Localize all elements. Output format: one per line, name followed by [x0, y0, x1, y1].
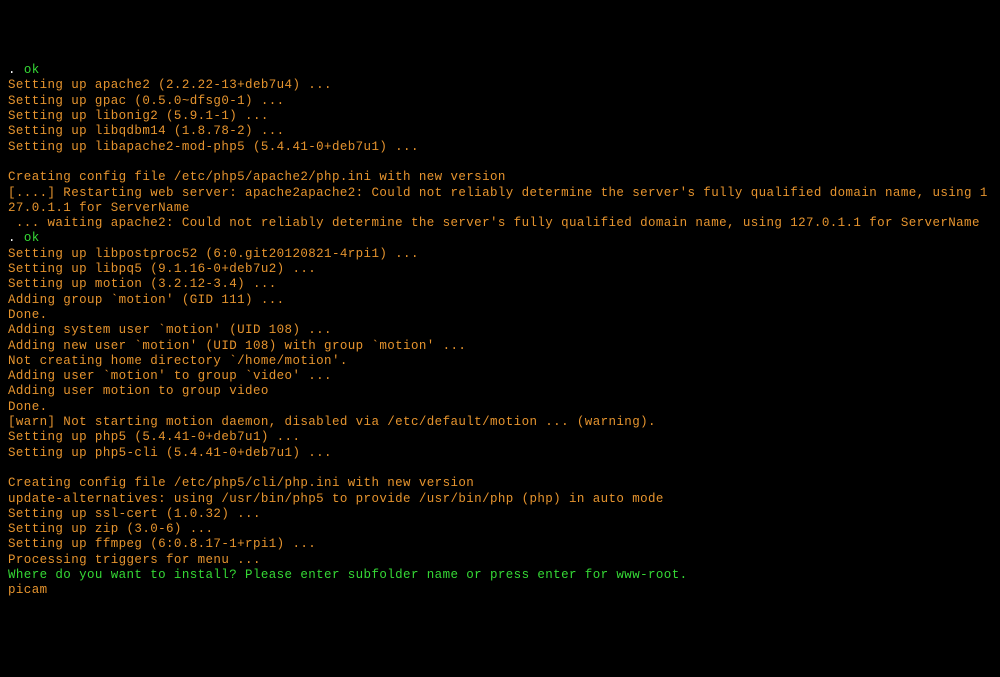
terminal-text: Done. — [8, 308, 48, 322]
terminal-line: Adding group `motion' (GID 111) ... — [8, 293, 992, 308]
terminal-line: picam — [8, 583, 992, 598]
terminal-line: Setting up gpac (0.5.0~dfsg0-1) ... — [8, 94, 992, 109]
terminal-text: Adding system user `motion' (UID 108) ..… — [8, 323, 332, 337]
terminal-line: [....] Restarting web server: apache2apa… — [8, 186, 992, 217]
terminal-text: Setting up libpostproc52 (6:0.git2012082… — [8, 247, 419, 261]
terminal-text: Setting up libpq5 (9.1.16-0+deb7u2) ... — [8, 262, 316, 276]
terminal-text: . — [8, 231, 24, 245]
terminal-line: ... waiting apache2: Could not reliably … — [8, 216, 992, 231]
terminal-text: Setting up gpac (0.5.0~dfsg0-1) ... — [8, 94, 285, 108]
terminal-text: Setting up libonig2 (5.9.1-1) ... — [8, 109, 269, 123]
terminal-text: Setting up libapache2-mod-php5 (5.4.41-0… — [8, 140, 419, 154]
terminal-line: Adding system user `motion' (UID 108) ..… — [8, 323, 992, 338]
terminal-text: Adding new user `motion' (UID 108) with … — [8, 339, 466, 353]
terminal-output[interactable]: . okSetting up apache2 (2.2.22-13+deb7u4… — [8, 63, 992, 598]
terminal-text: [warn] Not starting motion daemon, disab… — [8, 415, 656, 429]
terminal-line: Setting up motion (3.2.12-3.4) ... — [8, 277, 992, 292]
terminal-text: Adding group `motion' (GID 111) ... — [8, 293, 285, 307]
terminal-text: ok — [24, 63, 40, 77]
terminal-text: Setting up ffmpeg (6:0.8.17-1+rpi1) ... — [8, 537, 316, 551]
terminal-text: Creating config file /etc/php5/apache2/p… — [8, 170, 506, 184]
terminal-text: Adding user `motion' to group `video' ..… — [8, 369, 332, 383]
terminal-line: Done. — [8, 400, 992, 415]
terminal-line: Adding new user `motion' (UID 108) with … — [8, 339, 992, 354]
terminal-text: [....] Restarting web server: apache2apa… — [8, 186, 988, 215]
terminal-line: Setting up libpq5 (9.1.16-0+deb7u2) ... — [8, 262, 992, 277]
terminal-line: Not creating home directory `/home/motio… — [8, 354, 992, 369]
terminal-text: Processing triggers for menu ... — [8, 553, 261, 567]
terminal-line: Setting up libpostproc52 (6:0.git2012082… — [8, 247, 992, 262]
terminal-line: Adding user `motion' to group `video' ..… — [8, 369, 992, 384]
terminal-text: Setting up ssl-cert (1.0.32) ... — [8, 507, 261, 521]
terminal-line: Setting up libonig2 (5.9.1-1) ... — [8, 109, 992, 124]
terminal-line: [warn] Not starting motion daemon, disab… — [8, 415, 992, 430]
terminal-text: picam — [8, 583, 48, 597]
terminal-line: Setting up libqdbm14 (1.8.78-2) ... — [8, 124, 992, 139]
terminal-line: Setting up php5-cli (5.4.41-0+deb7u1) ..… — [8, 446, 992, 461]
terminal-text: ok — [24, 231, 40, 245]
terminal-text: Setting up php5-cli (5.4.41-0+deb7u1) ..… — [8, 446, 332, 460]
terminal-text: Setting up motion (3.2.12-3.4) ... — [8, 277, 277, 291]
terminal-text: Done. — [8, 400, 48, 414]
terminal-line: Where do you want to install? Please ent… — [8, 568, 992, 583]
terminal-text: Where do you want to install? Please ent… — [8, 568, 688, 582]
terminal-text: Creating config file /etc/php5/cli/php.i… — [8, 476, 474, 490]
terminal-text: Setting up libqdbm14 (1.8.78-2) ... — [8, 124, 285, 138]
terminal-text: ... waiting apache2: Could not reliably … — [8, 216, 980, 230]
terminal-text: Setting up apache2 (2.2.22-13+deb7u4) ..… — [8, 78, 332, 92]
terminal-text: Not creating home directory `/home/motio… — [8, 354, 348, 368]
terminal-line — [8, 155, 992, 170]
terminal-line: Adding user motion to group video — [8, 384, 992, 399]
terminal-line: . ok — [8, 231, 992, 246]
terminal-text: . — [8, 63, 24, 77]
terminal-line: Done. — [8, 308, 992, 323]
terminal-line: update-alternatives: using /usr/bin/php5… — [8, 492, 992, 507]
terminal-line: . ok — [8, 63, 992, 78]
terminal-text: update-alternatives: using /usr/bin/php5… — [8, 492, 664, 506]
terminal-text: Setting up zip (3.0-6) ... — [8, 522, 213, 536]
terminal-text: Adding user motion to group video — [8, 384, 269, 398]
terminal-line: Setting up zip (3.0-6) ... — [8, 522, 992, 537]
terminal-line: Processing triggers for menu ... — [8, 553, 992, 568]
terminal-line: Setting up ssl-cert (1.0.32) ... — [8, 507, 992, 522]
terminal-line: Setting up apache2 (2.2.22-13+deb7u4) ..… — [8, 78, 992, 93]
terminal-line: Setting up libapache2-mod-php5 (5.4.41-0… — [8, 140, 992, 155]
terminal-line — [8, 461, 992, 476]
terminal-line: Creating config file /etc/php5/apache2/p… — [8, 170, 992, 185]
terminal-line: Creating config file /etc/php5/cli/php.i… — [8, 476, 992, 491]
terminal-line: Setting up ffmpeg (6:0.8.17-1+rpi1) ... — [8, 537, 992, 552]
terminal-line: Setting up php5 (5.4.41-0+deb7u1) ... — [8, 430, 992, 445]
terminal-text: Setting up php5 (5.4.41-0+deb7u1) ... — [8, 430, 300, 444]
